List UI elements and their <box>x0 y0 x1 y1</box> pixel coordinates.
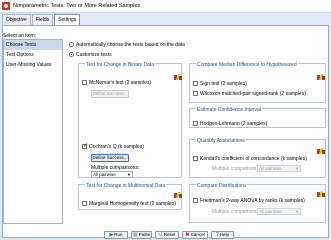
cancel-button[interactable]: ✖Cancel <box>182 231 208 239</box>
friedman-label: Friedman's 2-way ANOVA by ranks (k sampl… <box>200 198 305 204</box>
cancel-label: Cancel <box>190 232 205 237</box>
median-group: Compare Median Difference to Hypothesize… <box>189 63 326 103</box>
run-button[interactable]: ▶Run <box>104 231 128 239</box>
nav-item-test-options[interactable]: Test Options <box>4 50 62 60</box>
kendall-checkbox[interactable] <box>193 156 198 161</box>
auto-choose-radio[interactable] <box>69 42 74 47</box>
mcnemar-label: McNemar's test (2 samples) <box>89 80 152 86</box>
paste-label: Paste <box>138 232 151 237</box>
distributions-group-title: Compare Distributions <box>196 183 248 189</box>
define-success-button-1[interactable]: Define Success... <box>91 90 129 98</box>
cochran-checkbox[interactable] <box>82 142 88 149</box>
binary-multiple-select[interactable]: All pairwise ▼ <box>91 171 133 178</box>
test-type-icon <box>317 191 325 198</box>
chevron-down-icon: ▼ <box>295 166 299 171</box>
customize-tests-label: Customize tests <box>76 52 112 58</box>
paste-icon: ▤ <box>132 232 138 238</box>
paste-button[interactable]: ▤Paste <box>131 231 152 239</box>
mcnemar-checkbox[interactable] <box>82 80 87 85</box>
associations-group: Quantify Associations Kendall's coeffici… <box>189 139 326 178</box>
kendall-label: Kendall's coefficient of concordance (k … <box>200 156 307 162</box>
hodges-lehmann-label: Hodges-Lehmann (2 samples) <box>200 121 268 127</box>
test-type-icon <box>317 74 325 81</box>
nav-item-user-missing-values[interactable]: User-Missing Values <box>4 60 62 70</box>
chevron-down-icon: ▼ <box>295 209 299 214</box>
settings-pane: Select an item: Choose Tests Test Option… <box>2 25 329 238</box>
dist-multiple-label: Multiple comparisons: <box>212 209 261 215</box>
sign-test-checkbox[interactable] <box>193 81 198 86</box>
wilcoxon-checkbox[interactable] <box>193 91 198 96</box>
marginal-homogeneity-label: Marginal Homogeneity test (2 samples) <box>89 201 176 207</box>
tab-settings[interactable]: Settings <box>54 14 81 25</box>
sign-test-label: Sign test (2 samples) <box>200 81 247 87</box>
associations-group-title: Quantify Associations <box>196 138 246 144</box>
auto-choose-label: Automatically choose the tests based on … <box>76 42 185 48</box>
app-icon <box>2 2 10 10</box>
help-icon: ? <box>215 232 219 238</box>
run-icon: ▶ <box>109 232 114 238</box>
distributions-group: Compare Distributions Friedman's 2-way A… <box>189 184 326 223</box>
reset-icon: ↺ <box>158 232 163 238</box>
window-title: Nonparametric Tests: Two or More Related… <box>13 3 141 9</box>
run-label: Run <box>114 232 123 237</box>
binary-group-title: Test for Change in Binary Data <box>85 62 156 68</box>
multinomial-group-title: Test for Change in Multinomial Data <box>85 183 167 189</box>
test-type-icon <box>174 192 182 199</box>
test-type-icon <box>317 148 325 155</box>
marginal-homogeneity-checkbox[interactable] <box>82 201 87 206</box>
test-type-icon <box>174 74 182 81</box>
estimate-group-title: Estimate Confidence Interval <box>196 107 262 113</box>
settings-item-list: Choose Tests Test Options User-Missing V… <box>3 39 63 224</box>
title-bar: Nonparametric Tests: Two or More Related… <box>0 0 331 13</box>
dist-multiple-value: All pairwise <box>259 209 282 214</box>
wilcoxon-label: Wilcoxon matched-pair signed-rank (2 sam… <box>200 91 306 97</box>
median-group-title: Compare Median Difference to Hypothesize… <box>196 62 298 68</box>
binary-multiple-value: All pairwise <box>93 172 116 177</box>
assoc-multiple-select[interactable]: All pairwise ▼ <box>257 165 301 172</box>
chevron-down-icon: ▼ <box>127 172 131 177</box>
assoc-multiple-label: Multiple comparisons: <box>212 166 261 172</box>
cancel-icon: ✖ <box>185 232 190 238</box>
estimate-group: Estimate Confidence Interval Hodges-Lehm… <box>189 108 326 128</box>
cochran-label: Cochran's Q (k samples) <box>89 144 144 150</box>
define-success-button-2[interactable]: Define Success... <box>91 154 129 162</box>
multinomial-group: Test for Change in Multinomial Data Marg… <box>78 184 182 210</box>
tab-bar: Objective Fields Settings <box>2 14 81 25</box>
help-label: Help <box>219 232 230 237</box>
reset-label: Reset <box>163 232 176 237</box>
customize-tests-radio[interactable] <box>69 52 74 57</box>
hodges-lehmann-checkbox[interactable] <box>193 121 198 126</box>
tab-fields[interactable]: Fields <box>31 14 54 25</box>
reset-button[interactable]: ↺Reset <box>155 231 179 239</box>
dist-multiple-select[interactable]: All pairwise ▼ <box>257 208 301 215</box>
tab-objective[interactable]: Objective <box>2 14 31 25</box>
binary-data-group: Test for Change in Binary Data McNemar's… <box>78 63 182 178</box>
friedman-checkbox[interactable] <box>193 198 198 203</box>
help-button[interactable]: ?Help <box>211 231 234 239</box>
assoc-multiple-value: All pairwise <box>259 166 282 171</box>
nav-item-choose-tests[interactable]: Choose Tests <box>4 40 62 50</box>
